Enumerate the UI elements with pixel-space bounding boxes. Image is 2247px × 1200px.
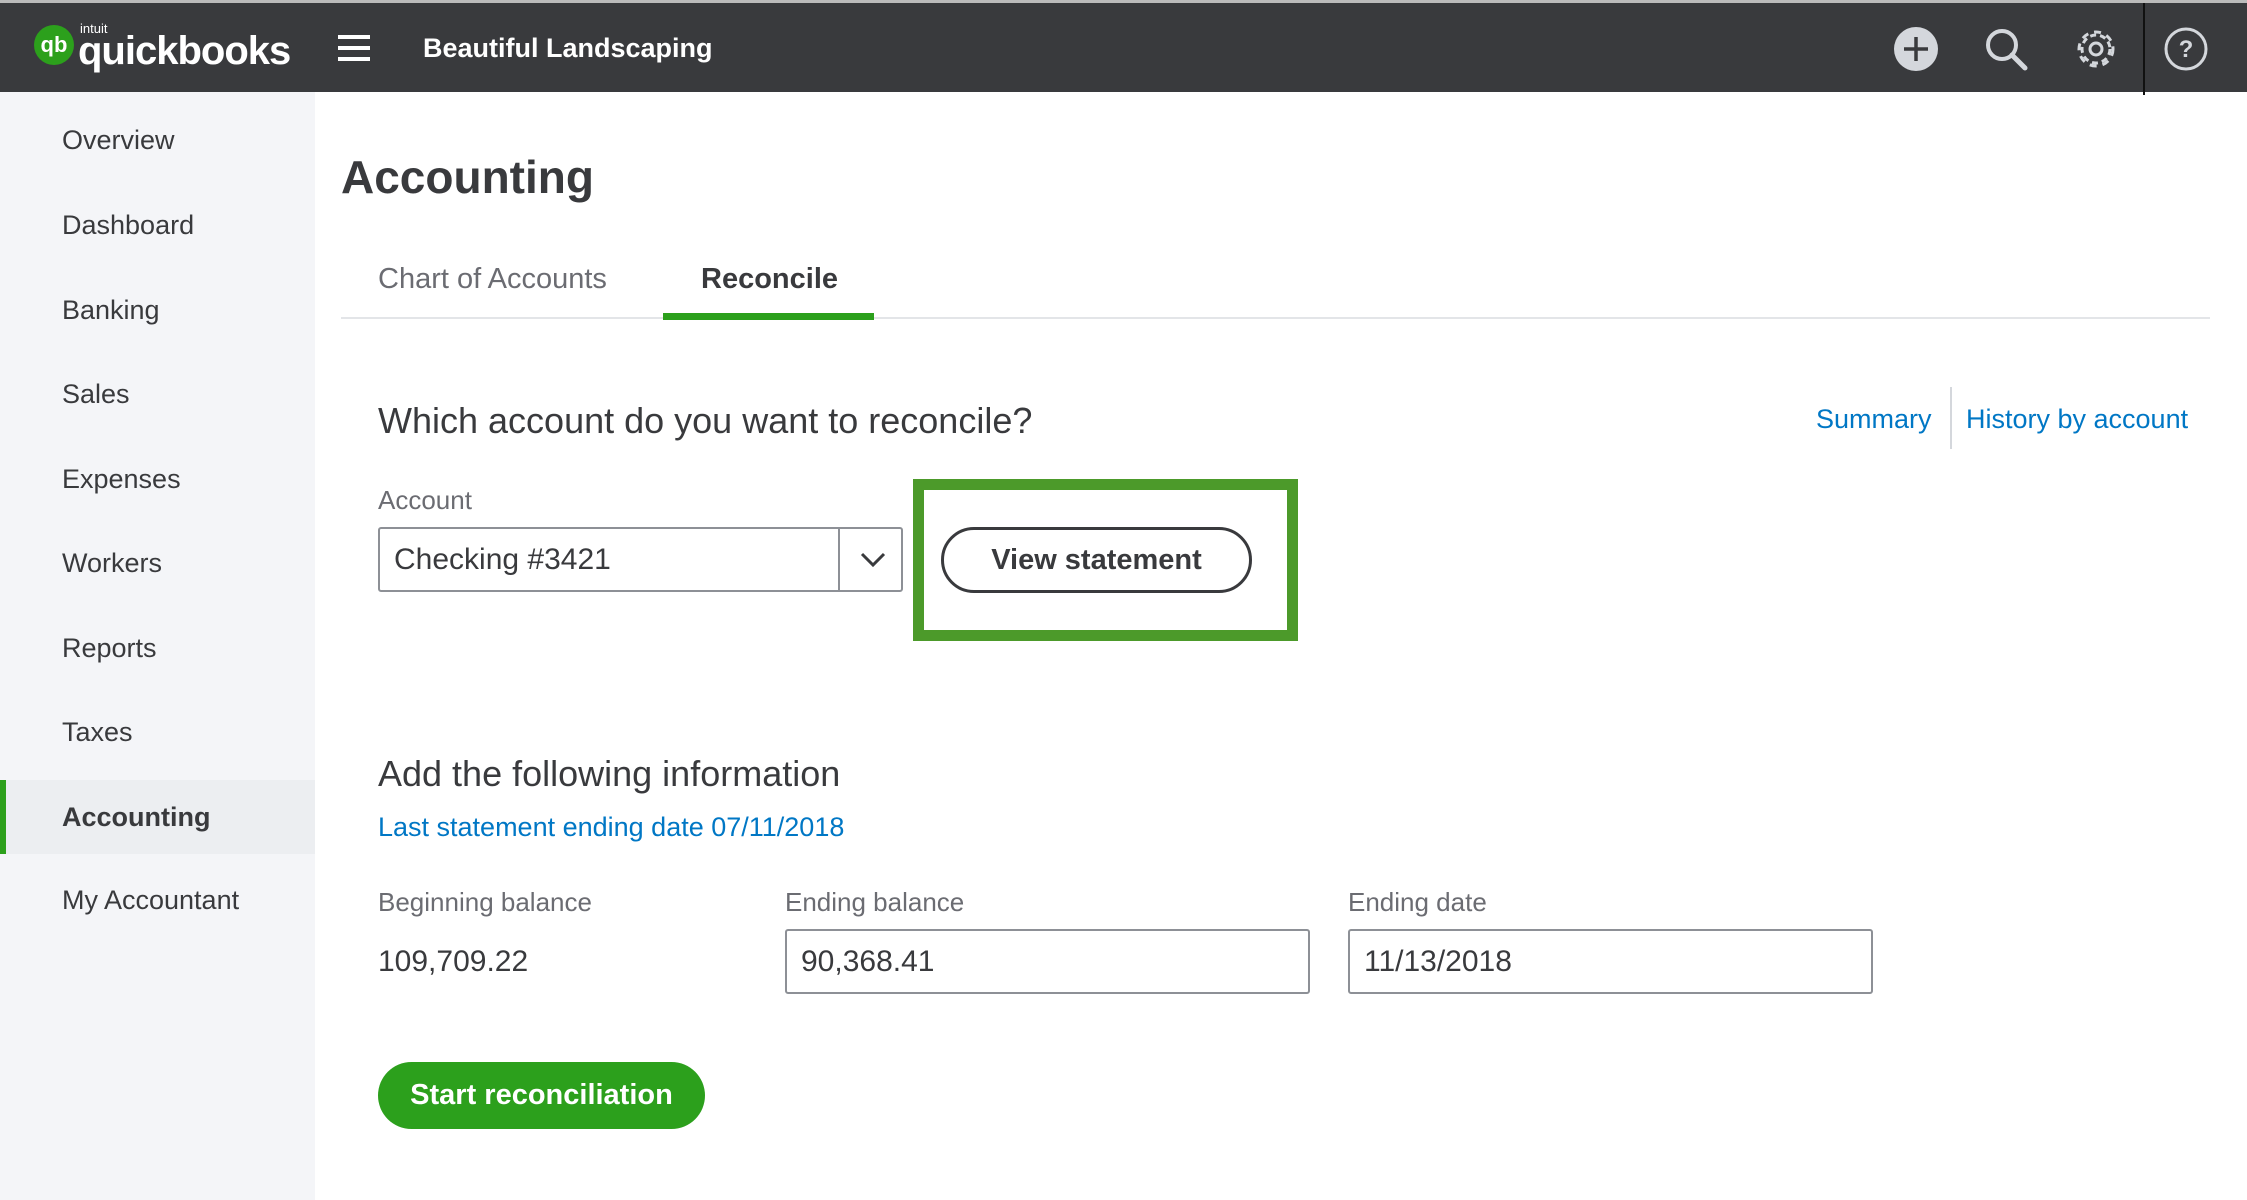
search-icon[interactable]: [1982, 25, 2030, 73]
summary-link[interactable]: Summary: [1816, 404, 1932, 435]
account-label: Account: [378, 485, 472, 515]
gear-icon[interactable]: [2072, 25, 2120, 73]
account-select[interactable]: Checking #3421: [378, 527, 903, 592]
svg-text:?: ?: [2179, 36, 2194, 63]
ending-date-input[interactable]: 11/13/2018: [1348, 929, 1873, 994]
active-tab-indicator: [663, 313, 874, 320]
company-name: Beautiful Landscaping: [423, 33, 713, 63]
sidebar-item-my-accountant[interactable]: My Accountant: [0, 863, 315, 937]
sidebar: Overview Dashboard Banking Sales Expense…: [0, 92, 315, 1200]
sidebar-item-accounting[interactable]: Accounting: [0, 780, 315, 854]
sidebar-item-workers[interactable]: Workers: [0, 526, 315, 600]
ending-date-label: Ending date: [1348, 887, 1487, 917]
add-info-heading: Add the following information: [378, 753, 841, 794]
chevron-down-icon[interactable]: [858, 547, 888, 571]
sidebar-item-expenses[interactable]: Expenses: [0, 442, 315, 516]
history-by-account-link[interactable]: History by account: [1966, 404, 2188, 435]
top-bar: qb intuit quickbooks Beautiful Landscapi…: [0, 0, 2247, 95]
logo-text[interactable]: quickbooks: [78, 29, 291, 74]
tab-chart-of-accounts[interactable]: Chart of Accounts: [378, 263, 607, 296]
page-title: Accounting: [341, 151, 594, 203]
sidebar-item-reports[interactable]: Reports: [0, 611, 315, 685]
sidebar-item-overview[interactable]: Overview: [0, 103, 315, 177]
create-plus-icon[interactable]: [1892, 25, 1940, 73]
start-reconciliation-button[interactable]: Start reconciliation: [378, 1062, 705, 1129]
beginning-balance-value: 109,709.22: [378, 945, 529, 978]
hamburger-menu-icon[interactable]: [338, 35, 370, 61]
sidebar-item-sales[interactable]: Sales: [0, 357, 315, 431]
sidebar-item-dashboard[interactable]: Dashboard: [0, 188, 315, 262]
tabs-divider: [341, 317, 2210, 319]
quickbooks-logo-icon[interactable]: qb: [34, 25, 74, 65]
view-statement-button[interactable]: View statement: [941, 527, 1252, 593]
reconcile-question: Which account do you want to reconcile?: [378, 400, 1033, 441]
sidebar-item-banking[interactable]: Banking: [0, 273, 315, 347]
ending-balance-input[interactable]: 90,368.41: [785, 929, 1310, 994]
header-divider: [2143, 3, 2145, 95]
tab-reconcile[interactable]: Reconcile: [701, 263, 838, 296]
ending-balance-label: Ending balance: [785, 887, 965, 917]
select-divider: [838, 529, 840, 590]
sidebar-item-taxes[interactable]: Taxes: [0, 695, 315, 769]
link-divider: [1950, 387, 1952, 449]
beginning-balance-label: Beginning balance: [378, 887, 592, 917]
last-statement-link[interactable]: Last statement ending date 07/11/2018: [378, 812, 844, 843]
help-icon[interactable]: ?: [2162, 25, 2210, 73]
account-value: Checking #3421: [394, 542, 611, 576]
